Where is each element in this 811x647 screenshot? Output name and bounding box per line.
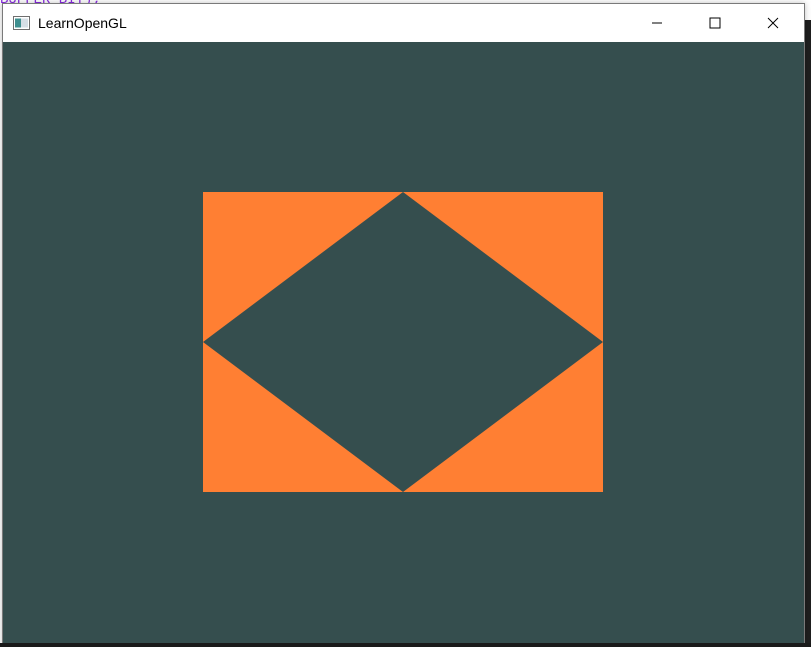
- close-button[interactable]: [744, 4, 802, 42]
- background-bottom-edge: [0, 643, 811, 647]
- opengl-viewport[interactable]: [3, 42, 804, 644]
- background-window-edge: [805, 20, 811, 647]
- close-icon: [767, 17, 779, 29]
- scene-canvas: [3, 42, 804, 644]
- opengl-window-icon: [13, 16, 30, 30]
- clear-color-background: [3, 42, 804, 644]
- window-title: LearnOpenGL: [38, 15, 127, 31]
- app-window: LearnOpenGL: [2, 3, 805, 645]
- minimize-icon: [652, 22, 662, 24]
- maximize-button[interactable]: [686, 4, 744, 42]
- title-bar[interactable]: LearnOpenGL: [3, 4, 804, 42]
- maximize-icon: [709, 17, 721, 29]
- minimize-button[interactable]: [628, 4, 686, 42]
